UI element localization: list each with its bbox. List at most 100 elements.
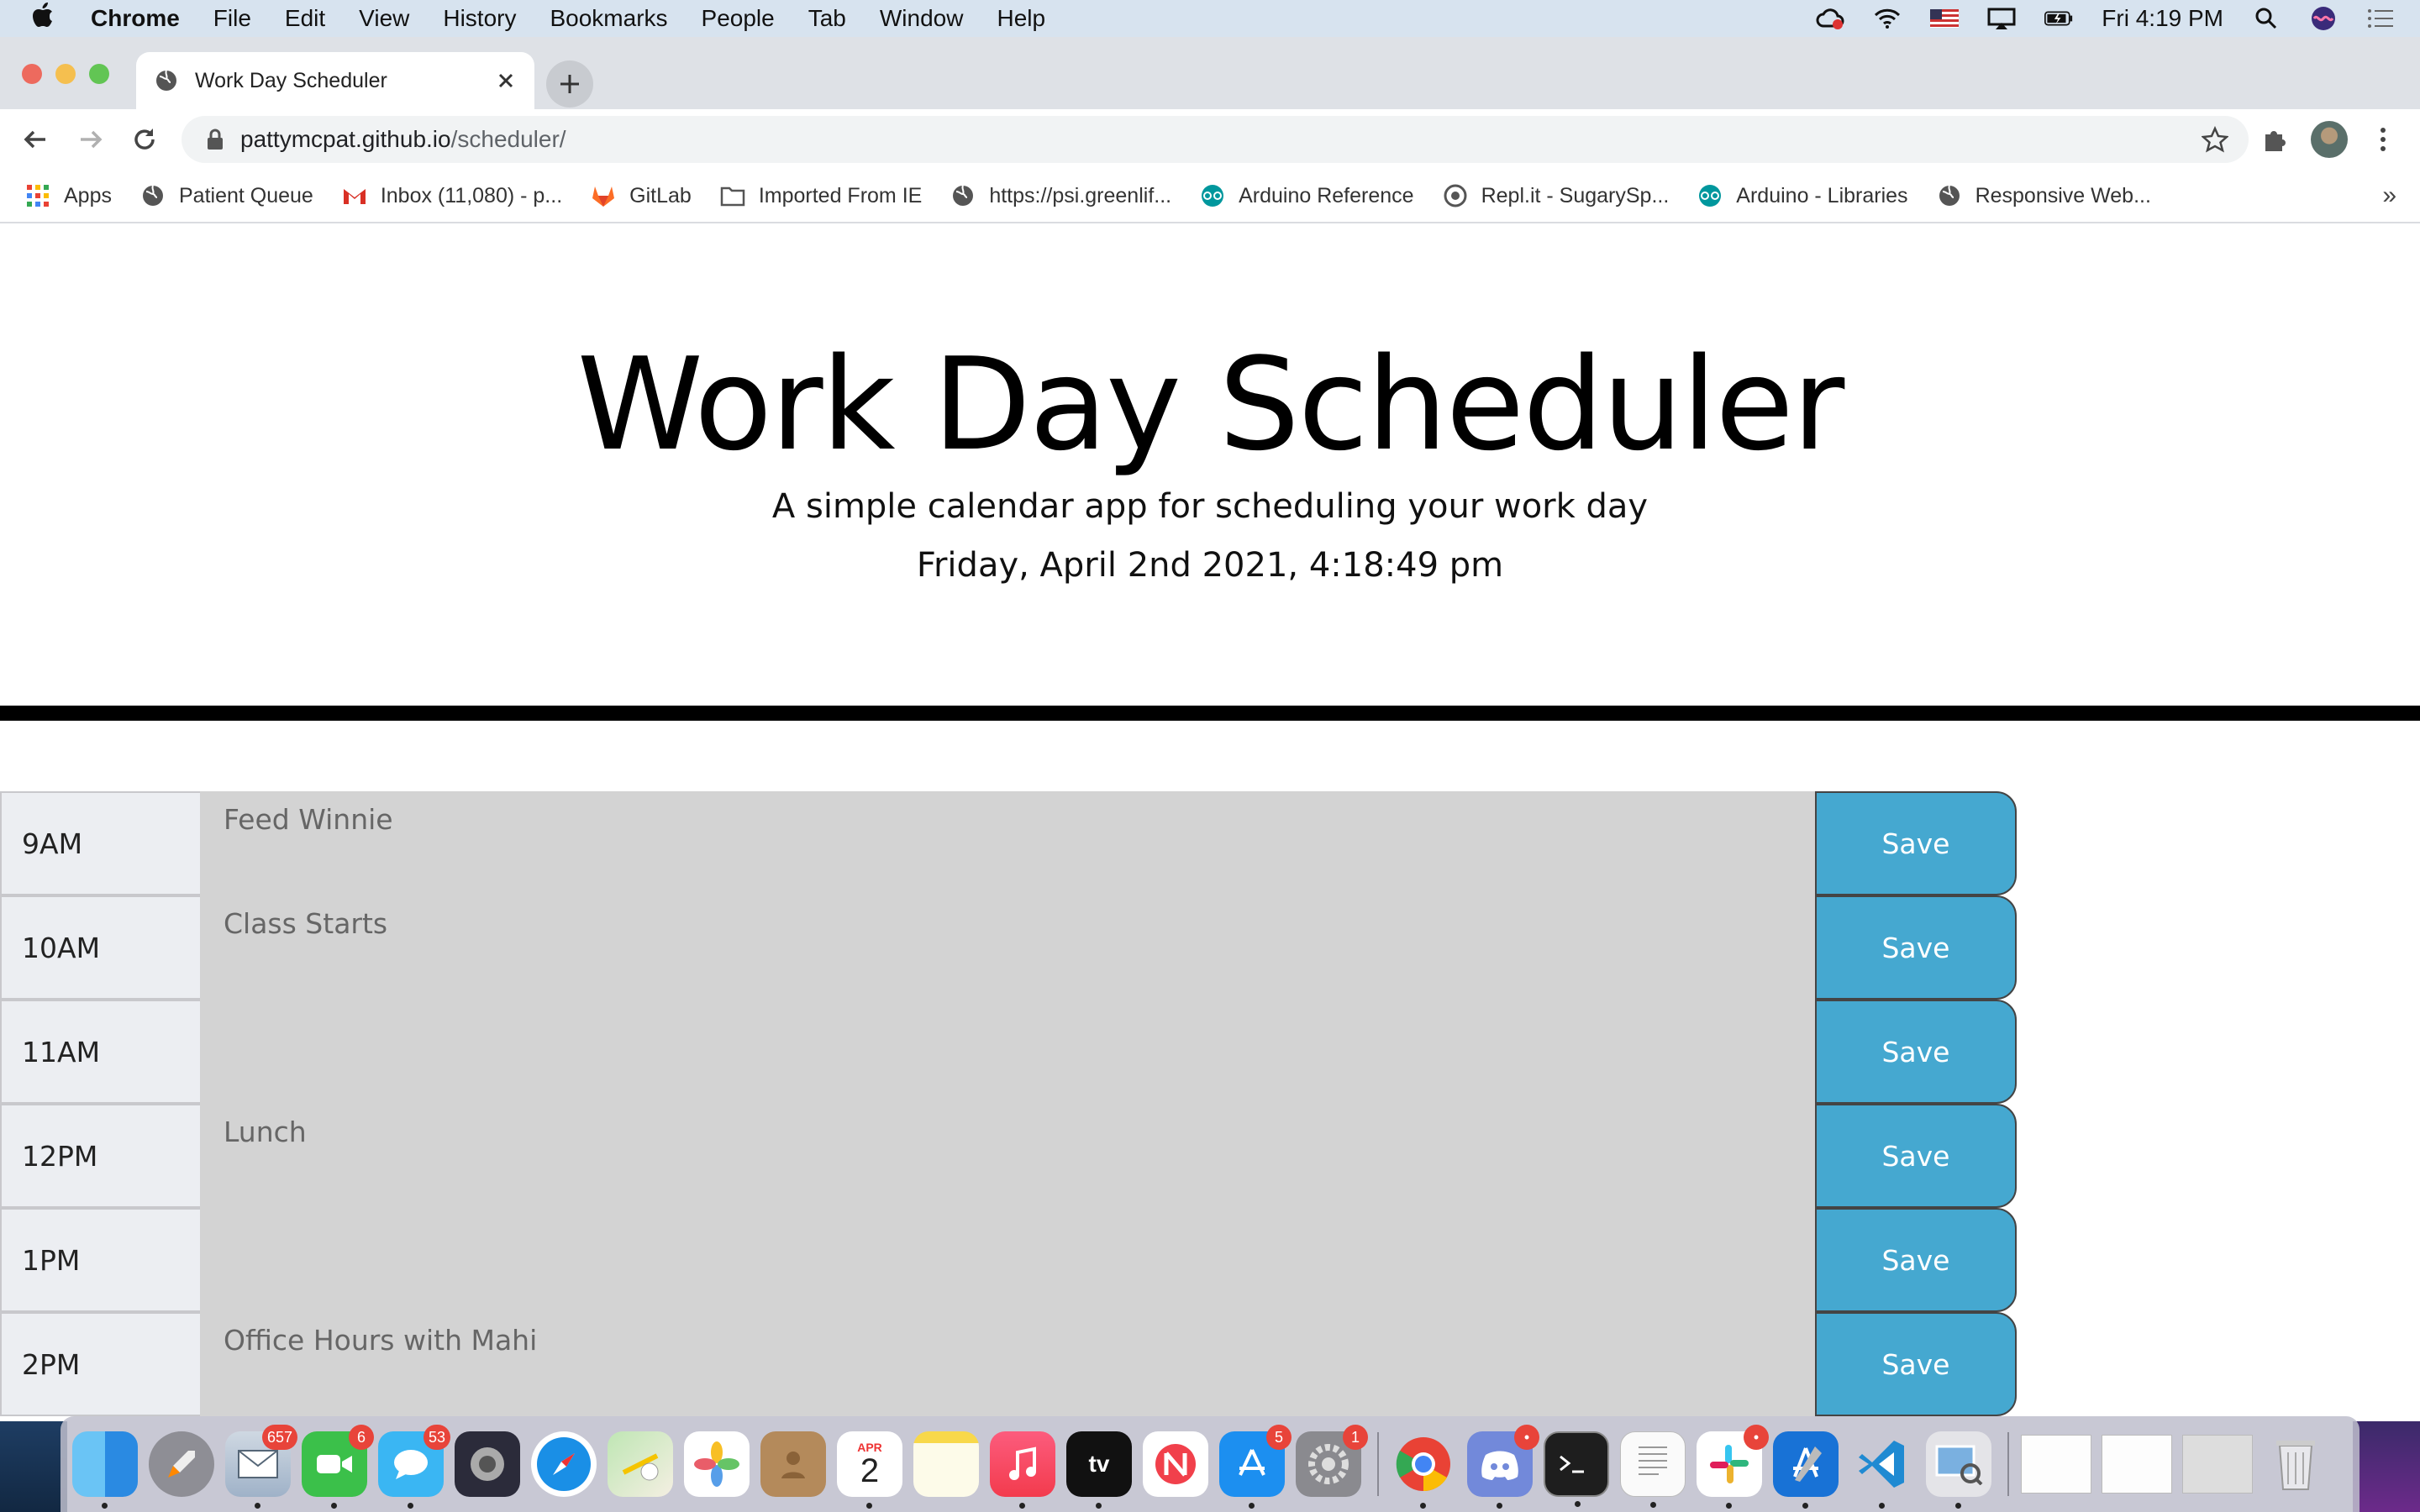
bookmark-apps[interactable]: Apps xyxy=(25,183,112,208)
current-day: Friday, April 2nd 2021, 4:18:49 pm xyxy=(916,546,1504,585)
xcode-icon[interactable] xyxy=(1773,1431,1839,1509)
menu-app-name[interactable]: Chrome xyxy=(91,5,180,32)
menu-edit[interactable]: Edit xyxy=(285,5,325,32)
slack-icon[interactable]: • xyxy=(1697,1425,1769,1509)
lock-icon[interactable] xyxy=(205,128,225,151)
description-input[interactable] xyxy=(200,1000,1815,1104)
appletv-icon[interactable]: tv xyxy=(1066,1431,1132,1509)
mail-badge: 657 xyxy=(261,1425,297,1450)
menu-bar-clock[interactable]: Fri 4:19 PM xyxy=(2102,5,2223,32)
minimized-window-thumbnail[interactable] xyxy=(2102,1435,2172,1494)
airplay-icon[interactable] xyxy=(1987,8,2016,29)
spotlight-search-icon[interactable] xyxy=(2252,8,2281,29)
system-preferences-icon[interactable]: 1 xyxy=(1296,1425,1368,1497)
new-tab-button[interactable] xyxy=(546,60,593,108)
forward-arrow-icon[interactable] xyxy=(74,123,108,156)
dock: 657 6 53 APR 2 tv 5 1 • • xyxy=(60,1416,2360,1512)
finder-icon[interactable] xyxy=(72,1431,138,1509)
bookmark-arduino-libraries[interactable]: Arduino - Libraries xyxy=(1697,183,1908,208)
maps-icon[interactable] xyxy=(608,1431,673,1497)
menu-bookmarks[interactable]: Bookmarks xyxy=(550,5,667,32)
photos-icon[interactable] xyxy=(684,1431,750,1497)
window-close-button[interactable] xyxy=(22,64,42,84)
globe-icon xyxy=(155,69,178,92)
trash-icon[interactable] xyxy=(2263,1431,2328,1497)
profile-avatar[interactable] xyxy=(2311,121,2348,158)
discord-icon[interactable]: • xyxy=(1467,1425,1539,1509)
messages-icon[interactable]: 53 xyxy=(378,1425,450,1509)
news-icon[interactable] xyxy=(1143,1431,1208,1497)
save-button[interactable]: Save xyxy=(1815,895,2017,1000)
siri-icon[interactable] xyxy=(2309,7,2338,30)
facetime-badge: 6 xyxy=(349,1425,374,1450)
notification-center-icon[interactable] xyxy=(2366,8,2395,29)
preview-icon[interactable] xyxy=(1926,1431,1991,1509)
menu-file[interactable]: File xyxy=(213,5,251,32)
safari-icon[interactable] xyxy=(531,1431,597,1497)
save-button[interactable]: Save xyxy=(1815,1208,2017,1312)
description-input[interactable] xyxy=(200,895,1815,1000)
menu-history[interactable]: History xyxy=(443,5,516,32)
chrome-menu-icon[interactable] xyxy=(2365,121,2402,158)
back-arrow-icon[interactable] xyxy=(18,123,52,156)
slack-badge: • xyxy=(1744,1425,1769,1450)
bookmark-psi-greenlife[interactable]: https://psi.greenlif... xyxy=(950,183,1171,208)
bookmark-responsive-web[interactable]: Responsive Web... xyxy=(1937,183,2151,208)
description-input[interactable] xyxy=(200,1104,1815,1208)
launchpad-icon[interactable] xyxy=(149,1431,214,1497)
notes-icon[interactable] xyxy=(913,1431,979,1497)
reload-icon[interactable] xyxy=(128,123,161,156)
battery-icon[interactable] xyxy=(2044,8,2073,29)
bookmark-gmail-inbox[interactable]: Inbox (11,080) - p... xyxy=(342,183,562,208)
description-input[interactable] xyxy=(200,1312,1815,1416)
menu-tab[interactable]: Tab xyxy=(808,5,846,32)
us-flag-icon[interactable] xyxy=(1930,8,1960,29)
bookmark-arduino-reference[interactable]: Arduino Reference xyxy=(1200,183,1414,208)
gmail-icon xyxy=(342,183,367,208)
description-input[interactable] xyxy=(200,1208,1815,1312)
hour-label: 10AM xyxy=(0,895,200,1000)
bookmark-patient-queue[interactable]: Patient Queue xyxy=(140,183,313,208)
menu-people[interactable]: People xyxy=(702,5,775,32)
minimized-window-thumbnail[interactable] xyxy=(2021,1435,2091,1494)
bookmark-folder-imported-from-ie[interactable]: Imported From IE xyxy=(720,183,922,208)
hour-label: 12PM xyxy=(0,1104,200,1208)
menu-window[interactable]: Window xyxy=(880,5,964,32)
apple-menu-icon[interactable] xyxy=(32,3,66,34)
textedit-icon[interactable] xyxy=(1620,1431,1686,1508)
bookmark-star-icon[interactable] xyxy=(2200,125,2230,153)
bookmark-label: Apps xyxy=(64,183,112,207)
description-input[interactable] xyxy=(200,791,1815,895)
window-minimize-button[interactable] xyxy=(55,64,76,84)
bookmarks-overflow-chevron-icon[interactable]: » xyxy=(2382,181,2396,210)
calendar-icon[interactable]: APR 2 xyxy=(837,1431,902,1509)
music-icon[interactable] xyxy=(990,1431,1055,1509)
chrome-icon[interactable] xyxy=(1391,1431,1456,1509)
contacts-icon[interactable] xyxy=(760,1431,826,1497)
appstore-icon[interactable]: 5 xyxy=(1219,1425,1292,1509)
window-zoom-button[interactable] xyxy=(89,64,109,84)
creative-cloud-icon[interactable] xyxy=(1816,8,1844,29)
siri-dock-icon[interactable] xyxy=(455,1431,520,1497)
calendar-day: 2 xyxy=(860,1452,880,1489)
close-tab-icon[interactable] xyxy=(494,69,518,92)
page-lead: A simple calendar app for scheduling you… xyxy=(771,487,1649,526)
extensions-puzzle-icon[interactable] xyxy=(2255,121,2292,158)
vscode-icon[interactable] xyxy=(1849,1431,1915,1509)
save-button[interactable]: Save xyxy=(1815,1312,2017,1416)
save-button[interactable]: Save xyxy=(1815,791,2017,895)
wifi-icon[interactable] xyxy=(1873,8,1902,29)
bookmark-replit[interactable]: Repl.it - SugarySp... xyxy=(1443,183,1669,208)
address-bar[interactable]: pattymcpat.github.io/scheduler/ xyxy=(182,116,2249,163)
menu-help[interactable]: Help xyxy=(997,5,1045,32)
terminal-icon[interactable] xyxy=(1544,1431,1609,1507)
save-button[interactable]: Save xyxy=(1815,1104,2017,1208)
bookmark-gitlab[interactable]: GitLab xyxy=(591,183,692,208)
facetime-icon[interactable]: 6 xyxy=(302,1425,374,1509)
bookmark-label: Arduino Reference xyxy=(1239,183,1414,207)
mail-icon[interactable]: 657 xyxy=(225,1425,297,1509)
tab-work-day-scheduler[interactable]: Work Day Scheduler xyxy=(136,52,534,109)
menu-view[interactable]: View xyxy=(359,5,409,32)
save-button[interactable]: Save xyxy=(1815,1000,2017,1104)
minimized-window-thumbnail[interactable] xyxy=(2182,1435,2253,1494)
